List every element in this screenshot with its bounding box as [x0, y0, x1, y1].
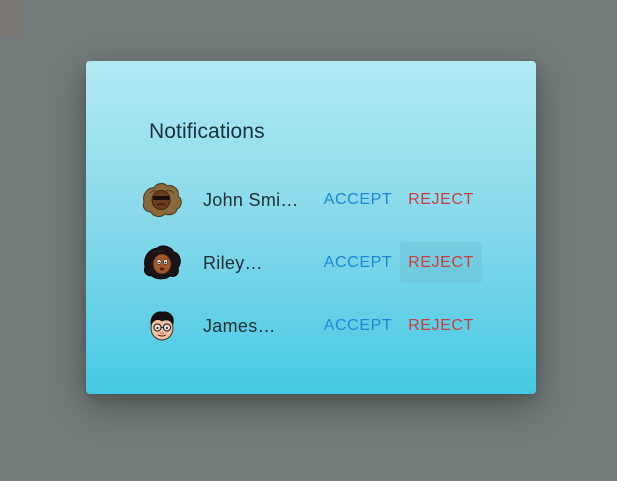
avatar-glasses-icon — [140, 304, 184, 348]
notification-name: John Smi… — [203, 190, 299, 210]
accept-button[interactable]: ACCEPT — [314, 242, 402, 283]
corner-element — [0, 0, 23, 36]
reject-button[interactable]: REJECT — [400, 242, 482, 283]
notification-name: Riley… — [203, 253, 263, 273]
notification-row: John Smi… ACCEPT REJECT — [136, 178, 484, 222]
avatar-dark-hair-icon — [140, 241, 184, 285]
notification-row: Riley… ACCEPT REJECT — [136, 241, 484, 285]
notification-row: James… ACCEPT REJECT — [136, 304, 484, 348]
notification-name: James… — [203, 316, 276, 336]
reject-button[interactable]: REJECT — [400, 179, 482, 220]
accept-button[interactable]: ACCEPT — [314, 179, 402, 220]
dialog-title: Notifications — [149, 120, 265, 143]
avatar-curly-hair-sunglasses-icon — [140, 178, 184, 222]
reject-button[interactable]: REJECT — [400, 305, 482, 346]
accept-button[interactable]: ACCEPT — [314, 305, 402, 346]
notifications-dialog: Notifications John Smi… ACCEPT REJECT Ri… — [86, 61, 536, 394]
